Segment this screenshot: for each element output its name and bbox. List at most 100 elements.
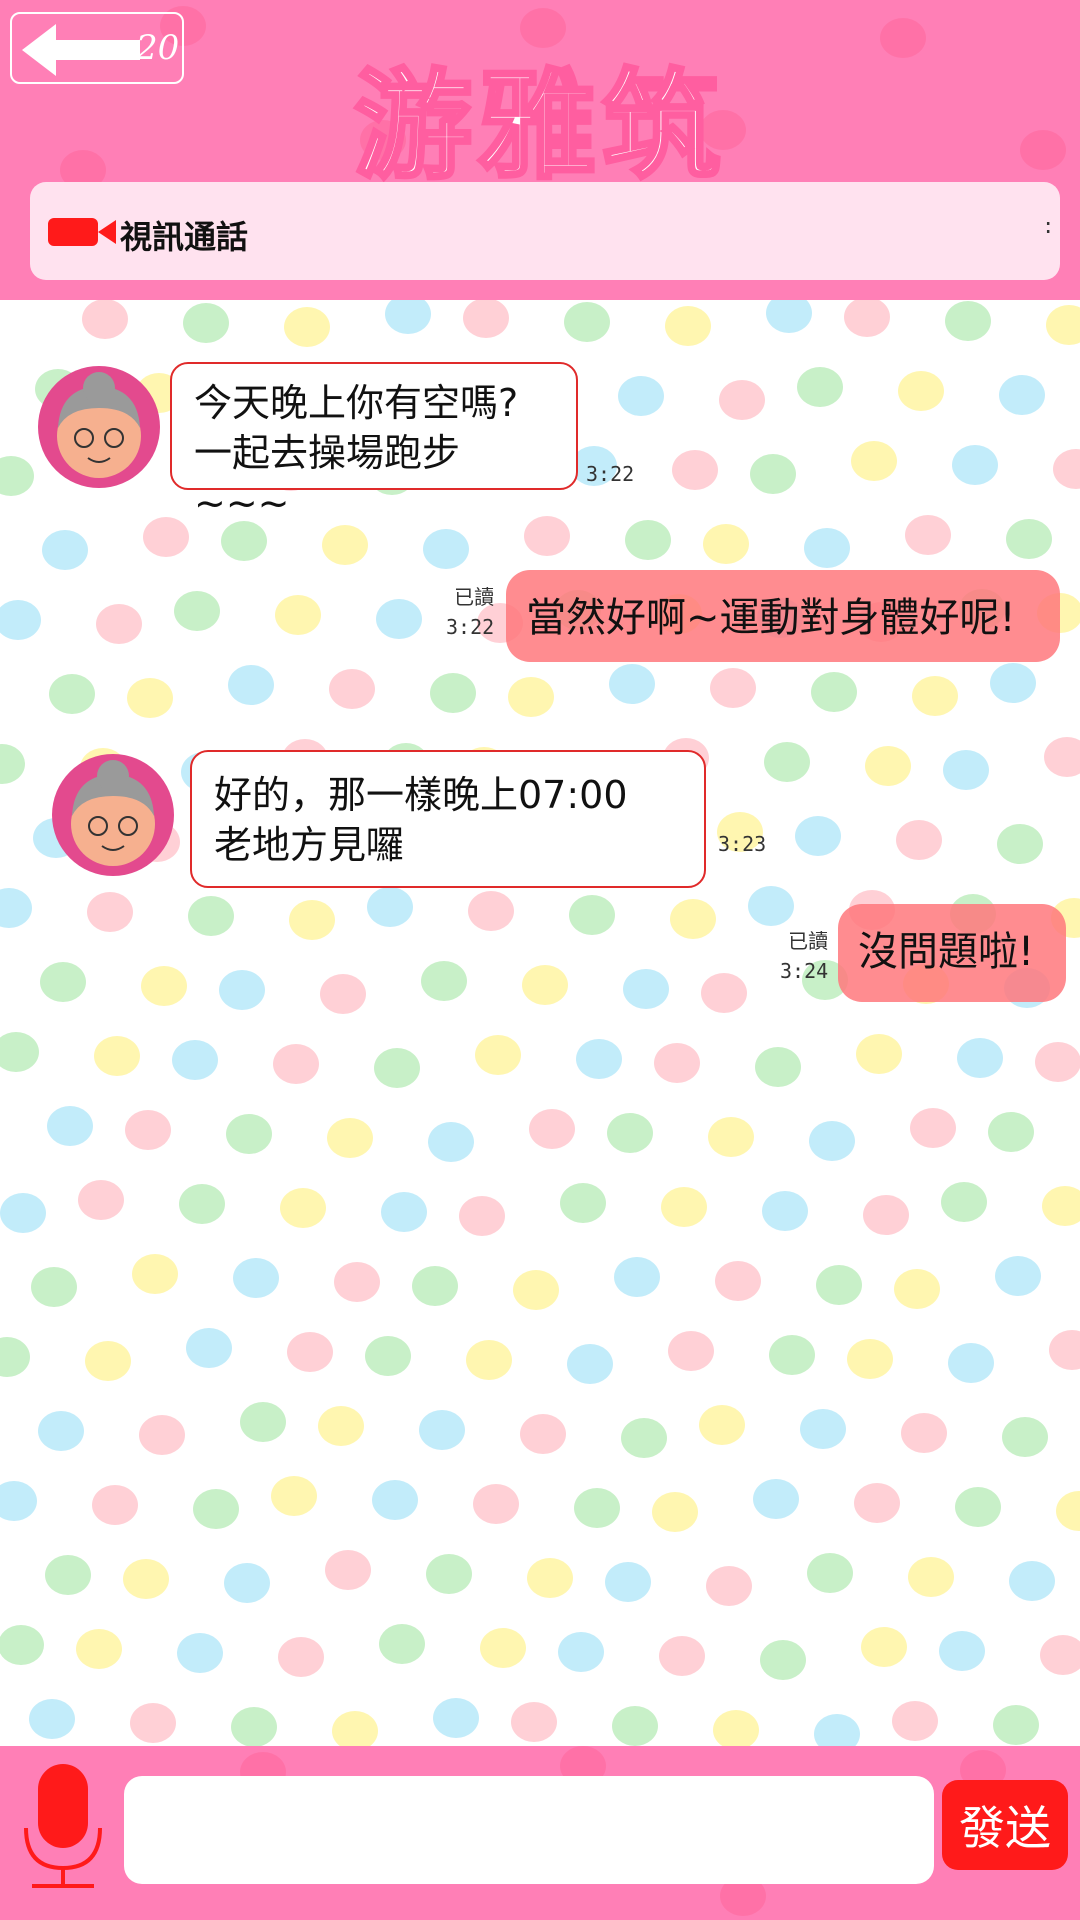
background-dot [188, 896, 234, 936]
background-dot [233, 1258, 279, 1298]
background-dot [816, 1265, 862, 1305]
background-dot [750, 454, 796, 494]
background-dot [607, 1113, 653, 1153]
background-dot [219, 970, 265, 1010]
background-dot [513, 1270, 559, 1310]
background-dot [412, 1266, 458, 1306]
background-dot [419, 1410, 465, 1450]
background-dot [955, 1487, 1001, 1527]
background-dot [289, 900, 335, 940]
background-dot [652, 1492, 698, 1532]
background-dot [82, 299, 128, 339]
message-bubble-incoming: 今天晚上你有空嗎? 一起去操場跑步~~~ [170, 362, 578, 525]
background-dot [861, 1627, 907, 1667]
background-dot [706, 1566, 752, 1606]
background-dot [374, 1048, 420, 1088]
background-dot [226, 1114, 272, 1154]
background-dot [1056, 1491, 1080, 1531]
background-dot [139, 1415, 185, 1455]
send-button[interactable]: 發送 [942, 1780, 1068, 1870]
background-dot [892, 1701, 938, 1741]
background-dot [186, 1328, 232, 1368]
background-dot [672, 450, 718, 490]
background-dot [428, 1122, 474, 1162]
background-dot [865, 746, 911, 786]
background-dot [78, 1180, 124, 1220]
background-dot [863, 1195, 909, 1235]
message-time: 3:22 [586, 462, 635, 486]
avatar[interactable] [38, 366, 160, 488]
background-dot [804, 528, 850, 568]
background-dot [38, 1411, 84, 1451]
background-dot [654, 1043, 700, 1083]
background-dot [87, 892, 133, 932]
background-dot [31, 1267, 77, 1307]
more-options-icon[interactable]: · · [1044, 212, 1052, 244]
background-dot [130, 1703, 176, 1743]
background-dot [271, 1476, 317, 1516]
background-dot [715, 1261, 761, 1301]
background-dot [609, 664, 655, 704]
message-bubble-outgoing: 沒問題啦! [838, 904, 1066, 1002]
read-receipt: 已讀 3:24 [780, 929, 829, 983]
background-dot [755, 1047, 801, 1087]
background-dot [278, 1637, 324, 1677]
background-dot [143, 517, 189, 557]
background-dot [287, 1332, 333, 1372]
background-dot [1002, 1417, 1048, 1457]
background-dot [280, 1188, 326, 1228]
background-dot [670, 899, 716, 939]
background-dot [379, 1624, 425, 1664]
background-dot [1049, 1330, 1080, 1370]
background-dot [990, 663, 1036, 703]
background-dot [999, 375, 1045, 415]
background-dot [661, 1187, 707, 1227]
background-dot [748, 886, 794, 926]
background-dot [0, 1193, 46, 1233]
background-dot [569, 895, 615, 935]
background-dot [811, 672, 857, 712]
background-dot [529, 1109, 575, 1149]
avatar[interactable] [52, 754, 174, 876]
background-dot [231, 1707, 277, 1747]
background-dot [426, 1554, 472, 1594]
background-dot [480, 1628, 526, 1668]
background-dot [797, 367, 843, 407]
background-dot [762, 1191, 808, 1231]
background-dot [901, 1413, 947, 1453]
background-dot [0, 744, 25, 784]
background-dot [325, 1550, 371, 1590]
background-dot [0, 1625, 44, 1665]
video-call-bar[interactable]: 視訊通話 · · [30, 182, 1060, 280]
background-dot [764, 742, 810, 782]
video-call-label: 視訊通話 [120, 218, 249, 256]
background-dot [381, 1192, 427, 1232]
background-dot [430, 673, 476, 713]
background-dot [621, 1418, 667, 1458]
background-dot [273, 1044, 319, 1084]
background-dot [365, 1336, 411, 1376]
background-dot [560, 1183, 606, 1223]
background-dot [45, 1555, 91, 1595]
background-dot [466, 1340, 512, 1380]
background-dot [605, 1562, 651, 1602]
background-dot [372, 1480, 418, 1520]
background-dot [327, 1118, 373, 1158]
background-dot [939, 1631, 985, 1671]
background-dot [1040, 1635, 1080, 1675]
grandma-avatar-icon [57, 372, 141, 478]
video-camera-icon [48, 218, 116, 246]
background-dot [1009, 1561, 1055, 1601]
message-bubble-incoming: 好的，那一樣晚上07:00 老地方見囉 [190, 750, 706, 888]
background-dot [459, 1196, 505, 1236]
background-dot [623, 969, 669, 1009]
message-input[interactable] [124, 1776, 934, 1884]
background-dot [800, 1409, 846, 1449]
background-dot [40, 962, 86, 1002]
microphone-icon [24, 1764, 102, 1888]
background-dot [1053, 449, 1080, 489]
background-dot [753, 1479, 799, 1519]
background-dot [665, 306, 711, 346]
background-dot [701, 973, 747, 1013]
microphone-button[interactable] [22, 1762, 104, 1894]
